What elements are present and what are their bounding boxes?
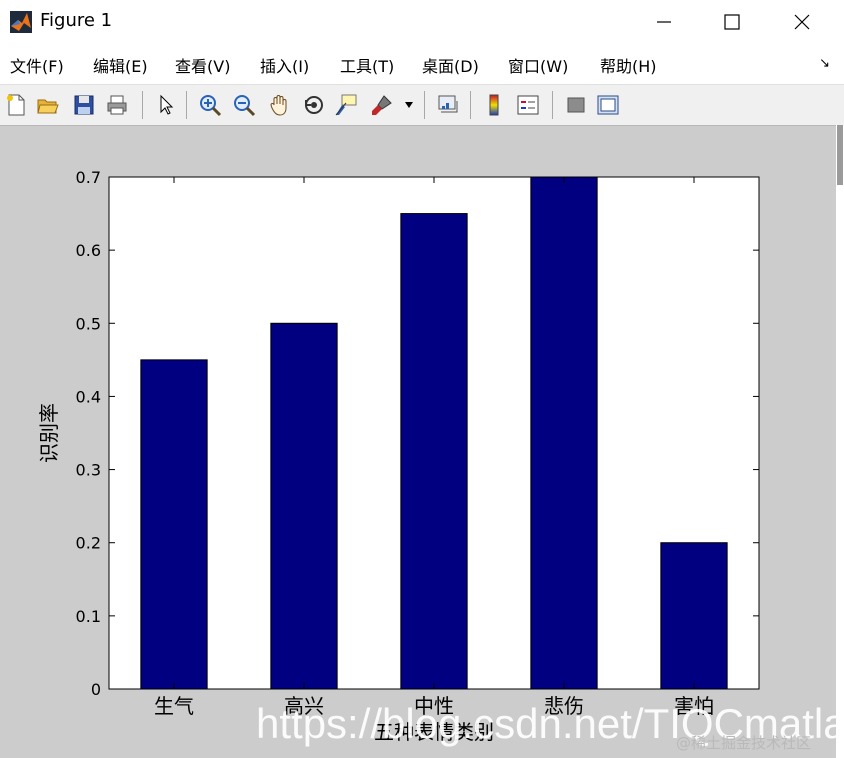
matlab-logo-icon xyxy=(10,11,32,33)
watermark-site: @稀土掘金技术社区 xyxy=(676,734,812,752)
y-tick-label: 0.4 xyxy=(76,387,101,406)
toolbar-separator xyxy=(424,91,425,119)
menu-insert[interactable]: 插入(I) xyxy=(260,53,309,77)
x-tick-label: 生气 xyxy=(154,694,194,718)
pointer-icon[interactable] xyxy=(154,93,178,117)
menu-bar: 文件(F) 编辑(E) 查看(V) 插入(I) 工具(T) 桌面(D) 窗口(W… xyxy=(0,44,844,85)
rotate-3d-icon[interactable] xyxy=(302,93,326,117)
menu-window[interactable]: 窗口(W) xyxy=(508,53,568,77)
scrollbar-thumb xyxy=(837,125,843,185)
bar-3 xyxy=(530,176,598,690)
hide-plot-tools-icon[interactable] xyxy=(564,93,588,117)
toolbar-separator xyxy=(552,91,553,119)
print-icon[interactable] xyxy=(105,93,129,117)
menu-file[interactable]: 文件(F) xyxy=(10,53,64,77)
y-tick-label: 0.5 xyxy=(76,314,101,333)
zoom-out-icon[interactable] xyxy=(232,93,256,117)
legend-icon[interactable] xyxy=(516,93,540,117)
dock-figure-icon[interactable]: ↘ xyxy=(819,56,830,71)
y-tick-label: 0.7 xyxy=(76,168,101,187)
close-icon xyxy=(794,14,810,30)
minimize-icon xyxy=(657,21,671,23)
y-tick-label: 0.3 xyxy=(76,461,101,480)
bar-0 xyxy=(140,359,208,690)
maximize-icon xyxy=(724,14,740,30)
y-axis-label: 识别率 xyxy=(37,403,61,463)
colorbar-icon[interactable] xyxy=(482,93,506,117)
y-tick-label: 0.2 xyxy=(76,534,101,553)
bar-1 xyxy=(270,322,338,690)
bar-4 xyxy=(660,542,728,690)
y-tick-label: 0.1 xyxy=(76,607,101,626)
menu-edit[interactable]: 编辑(E) xyxy=(93,53,148,77)
new-file-icon[interactable] xyxy=(4,93,28,117)
data-cursor-icon[interactable] xyxy=(334,93,358,117)
window-title: Figure 1 xyxy=(40,10,113,31)
save-icon[interactable] xyxy=(72,93,96,117)
brush-icon[interactable] xyxy=(370,93,394,117)
menu-desktop[interactable]: 桌面(D) xyxy=(422,53,479,77)
y-tick-label: 0 xyxy=(91,680,101,699)
maximize-button[interactable] xyxy=(704,0,760,44)
close-button[interactable] xyxy=(774,0,830,44)
menu-view[interactable]: 查看(V) xyxy=(175,53,230,77)
background-window-edge xyxy=(836,125,844,758)
bar-chart: 生气 高兴 中性 悲伤 害怕00.10.20.30.40.50.60.7 识别率 五种表… xyxy=(37,168,760,744)
figure-toolbar xyxy=(0,85,844,126)
bar-2 xyxy=(400,213,468,690)
chevron-down-icon[interactable] xyxy=(404,101,414,109)
open-folder-icon[interactable] xyxy=(36,93,60,117)
menu-tools[interactable]: 工具(T) xyxy=(340,53,394,77)
link-plot-icon[interactable] xyxy=(436,93,460,117)
y-tick-label: 0.6 xyxy=(76,241,101,260)
title-bar: Figure 1 xyxy=(0,0,844,44)
zoom-in-icon[interactable] xyxy=(198,93,222,117)
pan-hand-icon[interactable] xyxy=(268,93,292,117)
minimize-button[interactable] xyxy=(636,0,692,44)
menu-help[interactable]: 帮助(H) xyxy=(600,53,657,77)
toolbar-separator xyxy=(186,91,187,119)
toolbar-separator xyxy=(470,91,471,119)
toolbar-separator xyxy=(142,91,143,119)
show-plot-tools-icon[interactable] xyxy=(596,93,620,117)
